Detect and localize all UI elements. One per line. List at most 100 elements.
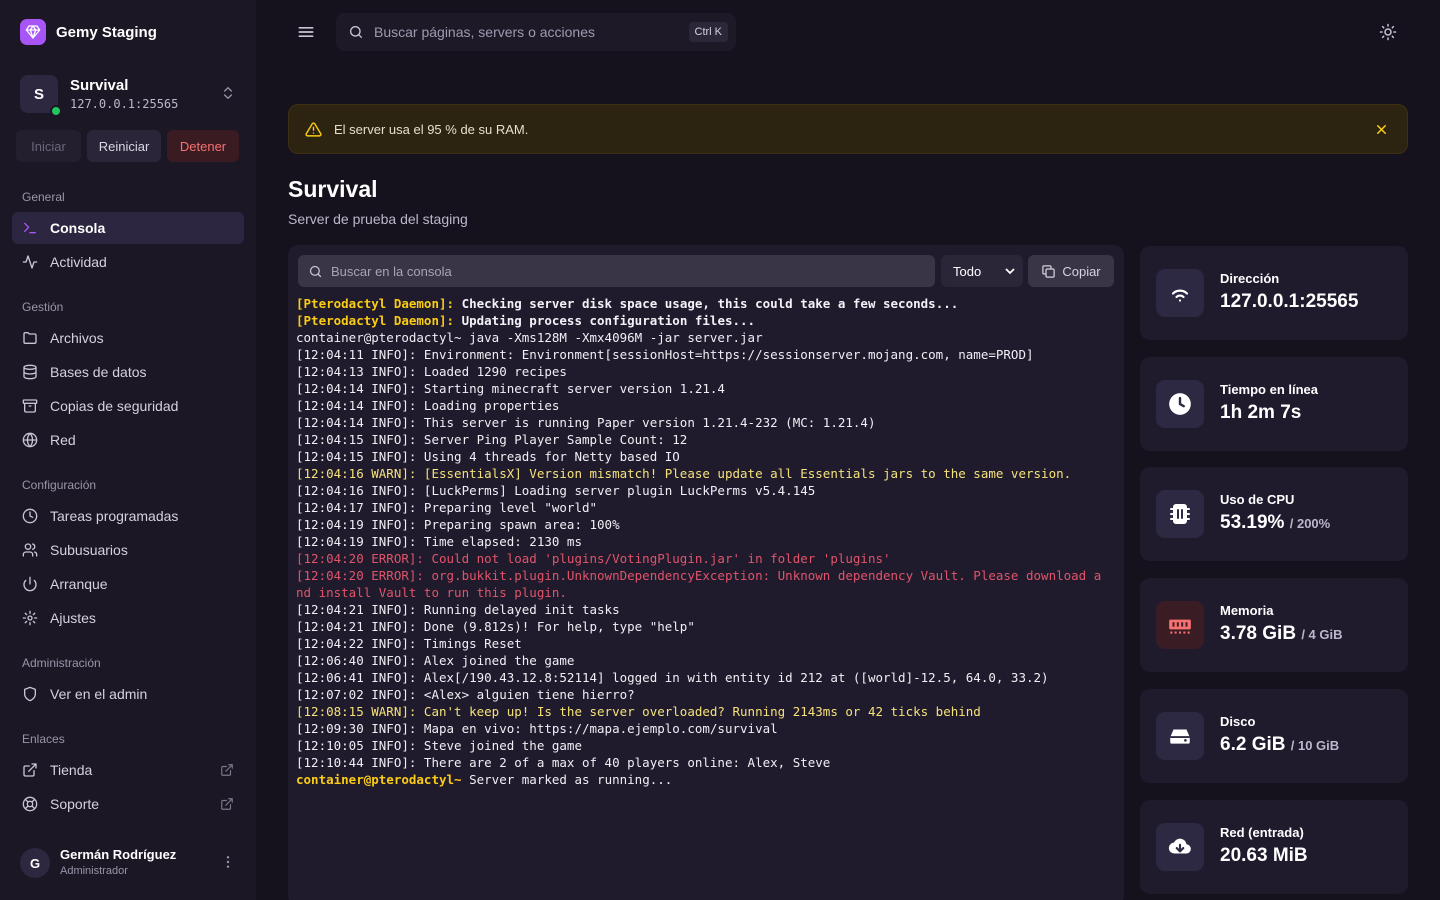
stat-label: Memoria [1220, 603, 1274, 618]
brand[interactable]: Gemy Staging [20, 19, 157, 45]
gem-logo-icon [20, 19, 46, 45]
sidebar-item-startup[interactable]: Arranque [12, 568, 244, 600]
console-line: [12:04:14 INFO]: Starting minecraft serv… [296, 381, 725, 396]
server-avatar: S [20, 75, 62, 117]
stat-card-cpu: Uso de CPU 53.19% / 200% [1140, 467, 1408, 561]
console-line: [12:04:13 INFO]: Loaded 1290 recipes [296, 364, 567, 379]
sidebar-item-backups[interactable]: Copias de seguridad [12, 390, 244, 422]
stat-value-max: / 10 GiB [1290, 738, 1340, 753]
server-name: Survival [70, 77, 129, 94]
sidebar-item-label: Copias de seguridad [50, 398, 179, 414]
keyboard-shortcut-badge: Ctrl K [688, 22, 728, 42]
sidebar-item-label: Ver en el admin [50, 686, 148, 702]
sidebar-item-files[interactable]: Archivos [12, 322, 244, 354]
server-address: 127.0.0.1:25565 [70, 97, 179, 111]
shell-prompt: container@pterodactyl~ [296, 772, 462, 787]
stat-value: 6.2 GiB / 10 GiB [1220, 734, 1339, 756]
start-button[interactable]: Iniciar [16, 130, 81, 162]
user-menu[interactable]: G Germán Rodríguez Administrador [20, 845, 242, 881]
sidebar-item-console[interactable]: Consola [12, 212, 244, 244]
console-line: container@pterodactyl~ Server marked as … [296, 771, 1106, 788]
stat-value-main: 3.78 GiB [1220, 623, 1297, 644]
nav-section-general: General [22, 190, 65, 204]
chevron-down-icon [1005, 268, 1015, 275]
nav-section-management: Gestión [22, 300, 64, 314]
wifi-icon [1156, 269, 1204, 317]
console-line: [12:04:21 INFO]: Done (9.812s)! For help… [296, 619, 695, 634]
nav-section-config: Configuración [22, 478, 97, 492]
memory-icon [1156, 601, 1204, 649]
sidebar-item-activity[interactable]: Actividad [12, 246, 244, 278]
sidebar-item-support[interactable]: Soporte [12, 788, 244, 820]
console-line: [12:07:02 INFO]: <Alex> alguien tiene hi… [296, 687, 635, 702]
stat-label: Dirección [1220, 271, 1280, 286]
console-line: [12:04:17 INFO]: Preparing level "world" [296, 500, 598, 515]
sidebar-item-label: Subusuarios [50, 542, 128, 558]
log-level-select[interactable]: Todo [941, 255, 1023, 287]
global-search-input[interactable]: Buscar páginas, servers o acciones Ctrl … [336, 13, 736, 51]
server-switcher[interactable]: S Survival 127.0.0.1:25565 [20, 73, 242, 117]
sidebar: Gemy Staging S Survival 127.0.0.1:25565 … [0, 0, 256, 900]
stat-value: 1h 2m 7s [1220, 402, 1301, 424]
sidebar-item-view-admin[interactable]: Ver en el admin [12, 678, 244, 710]
alert-message: El server usa el 95 % de su RAM. [334, 121, 529, 137]
console-line: [12:04:16 WARN]: [EssentialsX] Version m… [296, 466, 1072, 481]
sidebar-item-schedules[interactable]: Tareas programadas [12, 500, 244, 532]
stat-value-main: 20.63 MiB [1220, 845, 1308, 866]
archive-icon [22, 399, 38, 413]
console-line-text: Updating process configuration files... [454, 313, 756, 328]
console-line-text: Server marked as running... [461, 772, 673, 787]
sidebar-item-subusers[interactable]: Subusuarios [12, 534, 244, 566]
more-vertical-icon[interactable] [220, 854, 236, 875]
console-line: [12:09:30 INFO]: Mapa en vivo: https://m… [296, 721, 778, 736]
console-line: [12:04:22 INFO]: Timings Reset [296, 636, 522, 651]
sidebar-item-label: Tareas programadas [50, 508, 179, 524]
stat-card-uptime: Tiempo en línea 1h 2m 7s [1140, 357, 1408, 451]
console-line: [12:06:41 INFO]: Alex[/190.43.12.8:52114… [296, 670, 1049, 685]
sidebar-item-settings[interactable]: Ajustes [12, 602, 244, 634]
avatar: G [20, 848, 50, 878]
sidebar-item-network[interactable]: Red [12, 424, 244, 456]
console-line: [12:04:19 INFO]: Preparing spawn area: 1… [296, 517, 620, 532]
stat-label: Tiempo en línea [1220, 382, 1319, 397]
stat-card-memory: Memoria 3.78 GiB / 4 GiB [1140, 578, 1408, 672]
stat-card-disk: Disco 6.2 GiB / 10 GiB [1140, 689, 1408, 783]
console-line: [12:04:21 INFO]: Running delayed init ta… [296, 602, 620, 617]
chevrons-up-down-icon [220, 85, 236, 106]
console-output[interactable]: [Pterodactyl Daemon]: Checking server di… [296, 295, 1106, 788]
sidebar-item-label: Actividad [50, 254, 107, 270]
console-line: [Pterodactyl Daemon]: Updating process c… [296, 312, 1106, 329]
activity-icon [22, 255, 38, 269]
sidebar-item-store[interactable]: Tienda [12, 754, 244, 786]
close-icon[interactable] [1374, 122, 1389, 142]
console-line-text: Checking server disk space usage, this c… [454, 296, 959, 311]
console-line: container@pterodactyl~ java -Xms128M -Xm… [296, 330, 763, 345]
copy-icon [1042, 264, 1056, 278]
lifebuoy-icon [22, 796, 38, 812]
clock-icon [1156, 380, 1204, 428]
stop-button[interactable]: Detener [167, 130, 239, 162]
console-line: [12:04:15 INFO]: Using 4 threads for Net… [296, 449, 680, 464]
stat-value-main: 1h 2m 7s [1220, 402, 1302, 423]
sidebar-item-label: Tienda [50, 762, 93, 778]
sun-icon[interactable] [1379, 23, 1397, 46]
daemon-prefix: [Pterodactyl Daemon]: [296, 313, 455, 328]
server-initial: S [33, 85, 44, 103]
sidebar-item-label: Archivos [50, 330, 104, 346]
brand-name: Gemy Staging [56, 23, 157, 41]
user-role: Administrador [60, 865, 128, 877]
nav-section-links: Enlaces [22, 732, 65, 746]
console-line: [12:10:05 INFO]: Steve joined the game [296, 738, 582, 753]
copy-button[interactable]: Copiar [1028, 255, 1114, 287]
console-search-placeholder: Buscar en la consola [331, 263, 452, 279]
disk-icon [1156, 712, 1204, 760]
warning-triangle-icon [305, 121, 322, 137]
console-line: [12:04:16 INFO]: [LuckPerms] Loading ser… [296, 483, 816, 498]
restart-button[interactable]: Reiniciar [87, 130, 161, 162]
open-external-icon [221, 798, 233, 810]
console-search-input[interactable]: Buscar en la consola [298, 255, 935, 287]
menu-icon[interactable] [296, 22, 316, 47]
stat-value: 3.78 GiB / 4 GiB [1220, 623, 1343, 645]
sidebar-item-databases[interactable]: Bases de datos [12, 356, 244, 388]
open-external-icon [221, 764, 233, 776]
